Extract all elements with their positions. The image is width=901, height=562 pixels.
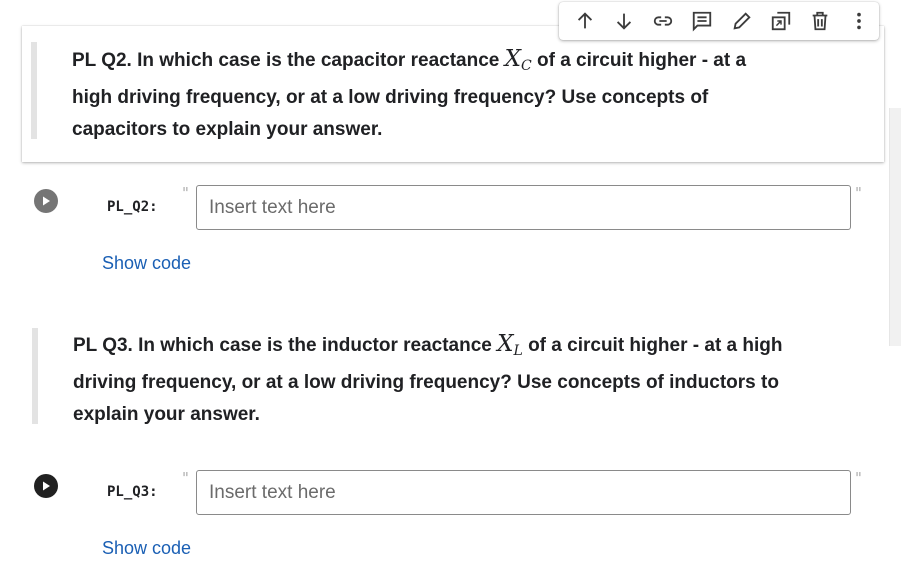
play-icon: [43, 196, 50, 206]
mirror-cell-icon: [771, 11, 791, 31]
math-symbol: X: [497, 331, 514, 357]
question-line-2: high driving frequency, or at a low driv…: [72, 87, 709, 108]
question-text: PL Q2. In which case is the capacitor re…: [72, 50, 505, 71]
arrow-up-icon: [577, 12, 592, 29]
math-xc: XC: [504, 46, 532, 74]
blockquote-bar: [32, 328, 38, 424]
arrow-down-icon: [616, 13, 631, 30]
question-pl-q3: PL Q3. In which case is the inductor rea…: [73, 328, 863, 431]
more-actions-button[interactable]: [840, 2, 879, 40]
text-cell-pl-q2[interactable]: PL Q2. In which case is the capacitor re…: [22, 26, 884, 162]
link-icon: [653, 16, 673, 26]
question-line-3: explain your answer.: [73, 404, 260, 425]
pencil-icon: [733, 12, 751, 30]
math-subscript: C: [521, 58, 532, 74]
mirror-cell-button[interactable]: [761, 2, 800, 40]
close-quote-mark: ": [855, 184, 862, 202]
open-quote-mark: ": [182, 184, 189, 202]
move-down-button[interactable]: [604, 2, 643, 40]
question-line-3: capacitors to explain your answer.: [72, 119, 383, 140]
question-pl-q2: PL Q2. In which case is the capacitor re…: [72, 43, 862, 146]
cell-toolbar: [559, 2, 879, 40]
more-vert-icon: [857, 12, 862, 30]
comment-icon: [693, 11, 712, 32]
pl-q3-text-input[interactable]: [196, 470, 851, 515]
show-code-link[interactable]: Show code: [102, 538, 191, 559]
pl-q2-text-input[interactable]: [196, 185, 851, 230]
trash-icon: [812, 11, 828, 31]
open-quote-mark: ": [182, 469, 189, 487]
question-line-1: PL Q2. In which case is the capacitor re…: [72, 43, 862, 82]
math-symbol: X: [504, 46, 521, 72]
question-text: of a circuit higher - at a high: [522, 335, 783, 356]
blockquote-bar: [31, 42, 37, 139]
comment-button[interactable]: [683, 2, 722, 40]
play-icon: [43, 481, 50, 491]
field-label-pl-q2: PL_Q2:: [107, 199, 158, 215]
edit-button[interactable]: [722, 2, 761, 40]
question-line-1: PL Q3. In which case is the inductor rea…: [73, 328, 863, 367]
close-quote-mark: ": [855, 469, 862, 487]
move-up-button[interactable]: [565, 2, 604, 40]
question-text: of a circuit higher - at a: [531, 50, 747, 71]
delete-cell-button[interactable]: [801, 2, 840, 40]
run-cell-button[interactable]: [34, 474, 58, 498]
question-text: PL Q3. In which case is the inductor rea…: [73, 335, 498, 356]
question-line-2: driving frequency, or at a low driving f…: [73, 372, 779, 393]
field-label-pl-q3: PL_Q3:: [107, 484, 158, 500]
link-button[interactable]: [644, 2, 683, 40]
run-cell-button[interactable]: [34, 189, 58, 213]
scrollbar-track[interactable]: [887, 0, 901, 562]
math-xl: XL: [497, 331, 523, 359]
show-code-link[interactable]: Show code: [102, 253, 191, 274]
math-subscript: L: [513, 343, 523, 359]
scrollbar-thumb[interactable]: [889, 108, 901, 346]
